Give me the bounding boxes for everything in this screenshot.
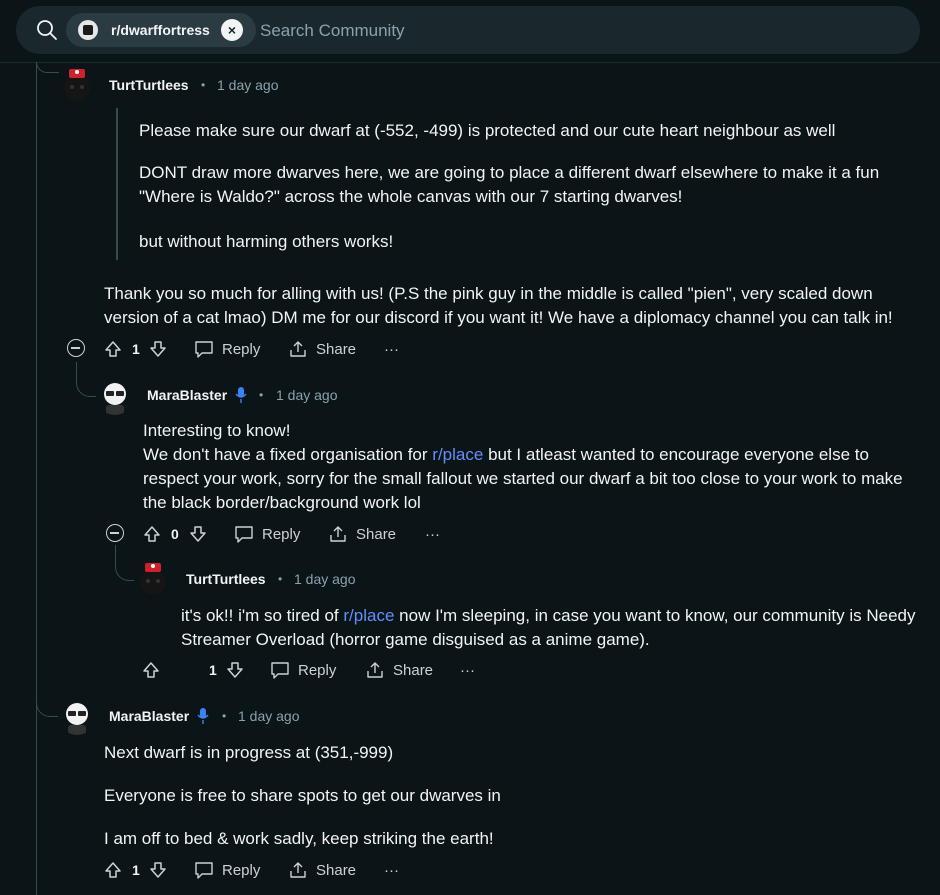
upvote-icon[interactable] xyxy=(142,656,160,684)
community-chip[interactable]: r/dwarffortress × xyxy=(66,13,256,47)
search-icon[interactable] xyxy=(36,19,58,41)
reply-button[interactable]: Reply xyxy=(270,656,336,684)
downvote-icon[interactable] xyxy=(149,335,167,363)
reply-icon xyxy=(234,525,254,543)
vote-count: 1 xyxy=(209,662,217,678)
collapse-icon[interactable] xyxy=(67,339,85,357)
search-bar[interactable]: r/dwarffortress × xyxy=(16,6,920,54)
quote-text: Please make sure our dwarf at (-552, -49… xyxy=(139,121,836,140)
share-label: Share xyxy=(316,340,357,358)
share-icon xyxy=(365,661,385,679)
comment-text-part: We don't have a fixed organisation for xyxy=(143,445,428,464)
comment-text: Streamer Overload (horror game disguised… xyxy=(181,630,650,649)
share-label: Share xyxy=(316,861,357,879)
comment-actions: 0 Reply Share ··· xyxy=(105,520,445,548)
reply-label: Reply xyxy=(222,340,261,358)
upvote-icon[interactable] xyxy=(104,856,122,884)
comment-text: We don't have a fixed organisation for r… xyxy=(143,443,869,467)
share-button[interactable]: Share xyxy=(328,520,396,548)
separator-dot: • xyxy=(222,709,227,723)
share-icon xyxy=(288,861,308,879)
quote-text: DONT draw more dwarves here, we are goin… xyxy=(139,163,880,182)
blockquote-bar xyxy=(116,108,118,260)
comment-author[interactable]: MaraBlaster xyxy=(147,387,227,403)
more-options-icon[interactable]: ··· xyxy=(384,856,399,884)
comment-time[interactable]: 1 day ago xyxy=(217,77,279,93)
separator-dot: • xyxy=(201,78,206,92)
avatar[interactable] xyxy=(134,560,172,598)
share-icon xyxy=(288,340,308,358)
comment-time[interactable]: 1 day ago xyxy=(294,571,356,587)
comment-actions: 1 Reply Share ··· xyxy=(142,656,482,684)
community-name: r/dwarffortress xyxy=(111,22,210,38)
comment-author[interactable]: MaraBlaster xyxy=(109,708,189,724)
comment-author[interactable]: TurtTurtlees xyxy=(109,77,189,93)
reply-icon xyxy=(194,340,214,358)
search-input[interactable] xyxy=(258,16,862,46)
thread-line[interactable] xyxy=(36,62,37,895)
share-label: Share xyxy=(393,661,434,679)
reply-icon xyxy=(270,661,290,679)
comment-text: it's ok!! i'm so tired of r/place now I'… xyxy=(181,604,915,628)
thread-connector xyxy=(76,370,97,397)
reply-button[interactable]: Reply xyxy=(234,520,300,548)
share-button[interactable]: Share xyxy=(288,335,356,363)
reply-button[interactable]: Reply xyxy=(194,856,260,884)
avatar[interactable] xyxy=(96,377,134,415)
comment-text: Everyone is free to share spots to get o… xyxy=(104,786,501,805)
share-label: Share xyxy=(356,525,397,543)
share-icon xyxy=(328,525,348,543)
comment-time[interactable]: 1 day ago xyxy=(276,387,338,403)
upvote-icon[interactable] xyxy=(104,335,122,363)
avatar[interactable] xyxy=(58,66,96,104)
mic-icon xyxy=(197,707,209,725)
share-button[interactable]: Share xyxy=(288,856,356,884)
avatar[interactable] xyxy=(58,697,96,735)
share-button[interactable]: Share xyxy=(365,656,433,684)
comment-text-part: now I'm sleeping, in case you want to kn… xyxy=(399,606,916,625)
reply-icon xyxy=(194,861,214,879)
comment-time[interactable]: 1 day ago xyxy=(238,708,300,724)
community-avatar xyxy=(78,20,98,40)
top-bar: r/dwarffortress × xyxy=(0,0,940,63)
reply-label: Reply xyxy=(262,525,301,543)
reply-label: Reply xyxy=(222,861,261,879)
thread-connector xyxy=(115,550,136,581)
reply-button[interactable]: Reply xyxy=(194,335,260,363)
comment-author[interactable]: TurtTurtlees xyxy=(186,571,266,587)
thread-connector xyxy=(36,62,59,73)
comment-text: respect your work, sorry for the small f… xyxy=(143,469,903,488)
more-options-icon[interactable]: ··· xyxy=(460,656,475,684)
comment-actions: 1 Reply Share ··· xyxy=(104,856,444,884)
more-options-icon[interactable]: ··· xyxy=(425,520,440,548)
separator-dot: • xyxy=(259,388,264,402)
vote-count: 0 xyxy=(171,526,179,542)
comment-text: Next dwarf is in progress at (351,-999) xyxy=(104,743,394,762)
comment-text: Interesting to know! xyxy=(143,421,291,440)
subreddit-link[interactable]: r/place xyxy=(343,606,394,625)
comment-text: version of a cat lmao) DM me for our dis… xyxy=(104,308,893,327)
vote-count: 1 xyxy=(132,862,140,878)
close-icon[interactable]: × xyxy=(221,19,243,41)
upvote-icon[interactable] xyxy=(143,520,161,548)
comment-text: I am off to bed & work sadly, keep strik… xyxy=(104,829,494,848)
collapse-icon[interactable] xyxy=(106,524,124,542)
thread-connector xyxy=(36,690,59,717)
downvote-icon[interactable] xyxy=(149,856,167,884)
comment-text: Thank you so much for alling with us! (P… xyxy=(104,284,873,303)
downvote-icon[interactable] xyxy=(226,656,244,684)
vote-count: 1 xyxy=(132,341,140,357)
more-options-icon[interactable]: ··· xyxy=(384,335,399,363)
quote-text: "Where is Waldo?" across the whole canva… xyxy=(139,187,683,206)
comment-actions: 1 Reply Share ··· xyxy=(66,335,406,363)
subreddit-link[interactable]: r/place xyxy=(432,445,483,464)
comment-text-part: but I atleast wanted to encourage everyo… xyxy=(488,445,869,464)
comment-text: the black border/background work lol xyxy=(143,493,421,512)
reply-label: Reply xyxy=(298,661,337,679)
comment-text-part: it's ok!! i'm so tired of xyxy=(181,606,339,625)
quote-text: but without harming others works! xyxy=(139,232,394,251)
mic-icon xyxy=(235,386,247,404)
separator-dot: • xyxy=(278,572,283,586)
downvote-icon[interactable] xyxy=(189,520,207,548)
